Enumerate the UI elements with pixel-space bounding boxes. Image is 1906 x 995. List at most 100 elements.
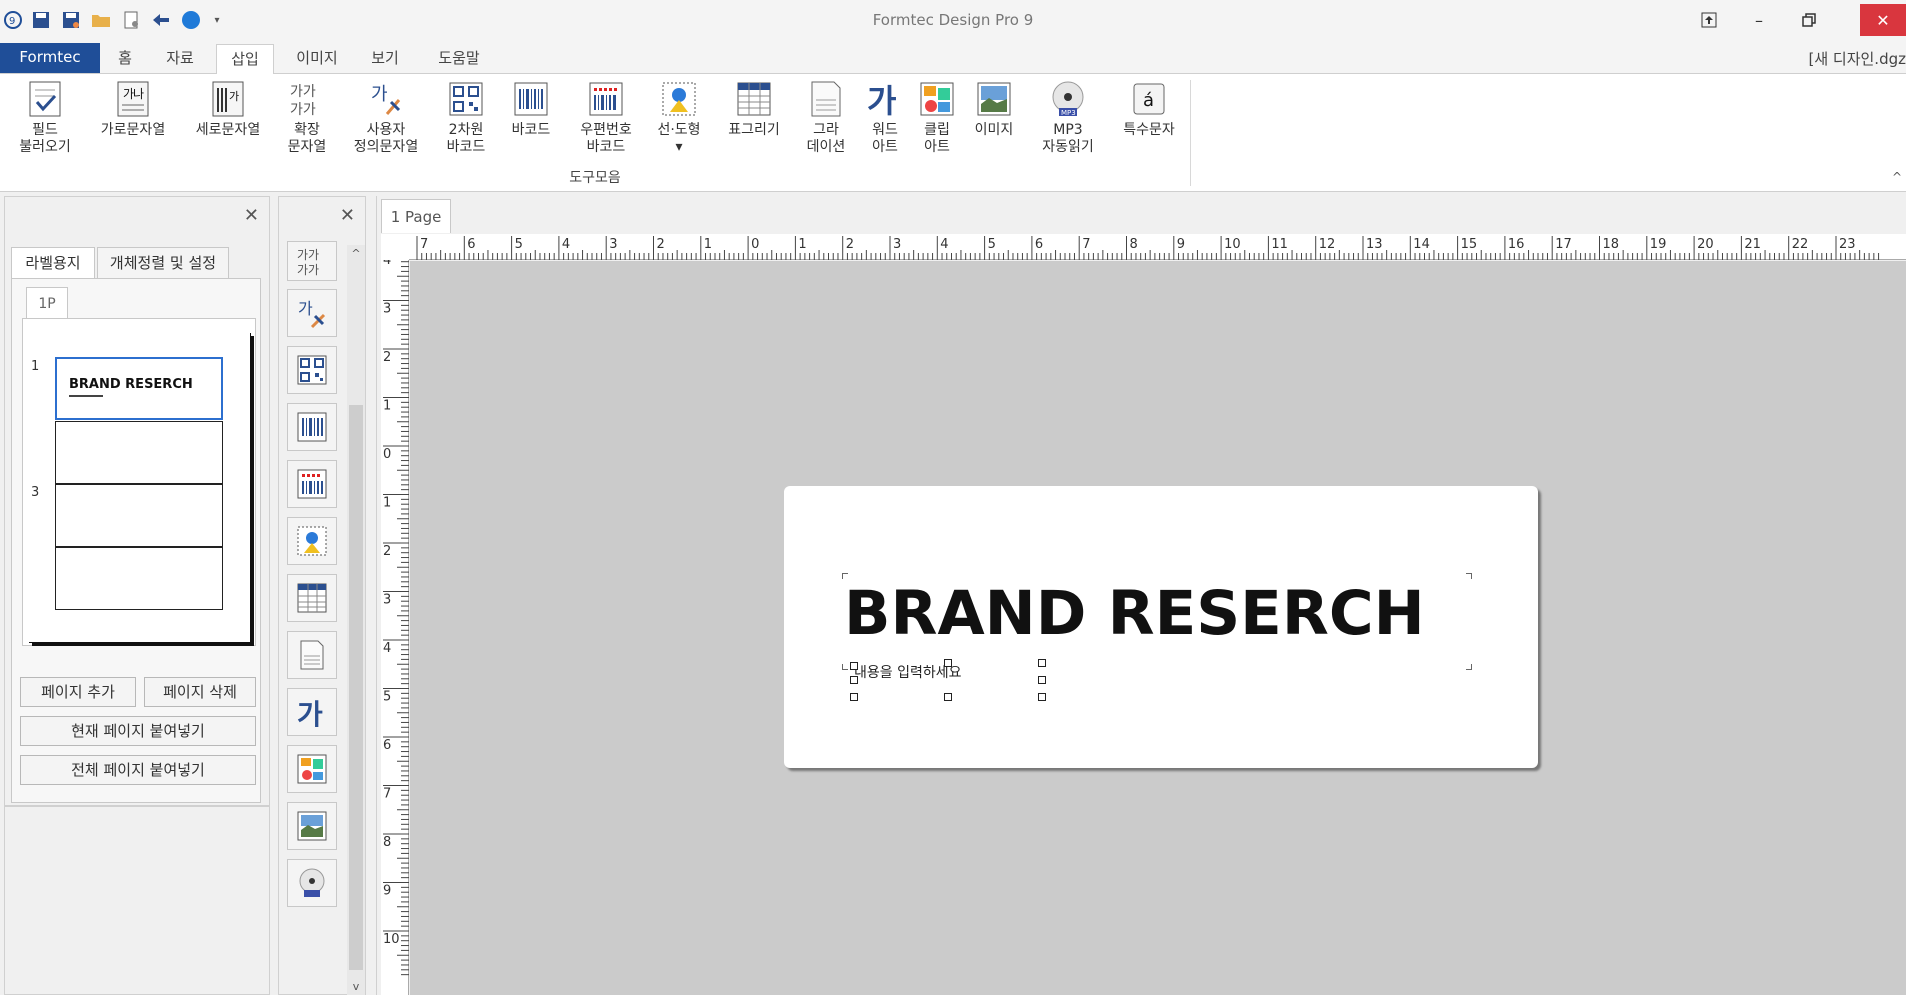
ribbon-toolbar: 필드 불러오기 가나 가로문자열 가 세로문자열 가가 가가 확장 문자열 가 사… [0,74,1906,192]
resize-handle[interactable] [850,662,858,670]
tab-object-align[interactable]: 개체정렬 및 설정 [97,247,229,279]
gradient-button[interactable]: 그라 데이션 [798,80,854,156]
palette-postal-barcode[interactable] [287,460,337,508]
horizontal-text-button[interactable]: 가나 가로문자열 [90,80,176,139]
tab-label-paper[interactable]: 라벨용지 [11,247,95,279]
ruler-number: 6 [383,738,391,753]
tab-help[interactable]: 도움말 [428,44,490,74]
workspace[interactable]: BRAND RESERCH 내용을 입력하세요 [410,261,1906,995]
palette-word-art[interactable]: 가 [287,688,337,736]
ribbon-collapse-icon[interactable]: ^ [1892,170,1902,184]
palette-clip-art[interactable] [287,745,337,793]
paste-all-pages-button[interactable]: 전체 페이지 붙여넣기 [20,755,256,785]
palette-extended-text[interactable]: 가가 가가 [287,241,337,281]
scrollbar-thumb[interactable] [349,405,363,970]
palette-scrollbar[interactable]: ^ v [347,245,365,995]
tab-page-1[interactable]: 1 Page [381,199,451,233]
resize-handle[interactable] [1038,659,1046,667]
ruler-number: 20 [1697,237,1714,252]
palette-gradient[interactable] [287,631,337,679]
word-art-icon: 가 [866,80,904,120]
tab-formtec[interactable]: Formtec [0,43,100,73]
palette-custom-text[interactable]: 가 [287,289,337,337]
resize-handle[interactable] [944,693,952,701]
ruler-number: 2 [383,350,391,365]
ruler-number: 4 [383,260,391,268]
resize-handle[interactable] [1038,676,1046,684]
page-thumbnail[interactable]: 1 3 BRAND RESERCH [29,333,251,643]
label-paper-panel: ✕ 라벨용지 개체정렬 및 설정 1P 1 3 BRAND RESERCH 페이… [4,196,270,995]
postal-barcode-button[interactable]: 우편번호 바코드 [564,80,648,156]
palette-image[interactable] [287,802,337,850]
table-icon [297,583,327,613]
barcode-button[interactable]: 바코드 [506,80,556,139]
mp3-button[interactable]: MP3 MP3 자동읽기 [1030,80,1106,156]
thumbnail-label-3[interactable] [55,484,223,547]
tab-data[interactable]: 자료 [158,44,202,74]
palette-mp3[interactable] [287,859,337,907]
tool-palette: ✕ 가가 가가 가 가 ^ v [278,196,366,995]
scroll-down-icon[interactable]: v [347,980,365,993]
restore-icon[interactable] [1790,4,1828,36]
resize-handle[interactable] [850,676,858,684]
tab-view[interactable]: 보기 [362,44,408,74]
word-art-button[interactable]: 가 워드 아트 [862,80,908,156]
paste-current-page-button[interactable]: 현재 페이지 붙여넣기 [20,716,256,746]
resize-handle[interactable] [1038,693,1046,701]
label-design[interactable]: BRAND RESERCH 내용을 입력하세요 [784,486,1538,768]
tab-home[interactable]: 홈 [108,44,142,74]
thumbnail-label-2[interactable] [55,421,223,484]
ruler-number: 3 [383,593,391,608]
ruler-number: 14 [1413,237,1430,252]
add-page-button[interactable]: 페이지 추가 [20,677,136,707]
ruler-number: 16 [1508,237,1525,252]
tab-insert[interactable]: 삽입 [216,44,274,75]
shape-button[interactable]: 선·도형 ▾ [652,80,706,156]
extended-text-button[interactable]: 가가 가가 확장 문자열 [280,80,334,156]
thumbnail-label-1[interactable]: BRAND RESERCH [55,357,223,420]
qr-code-button[interactable]: 2차원 바코드 [438,80,494,156]
clip-art-icon [918,80,956,118]
ruler-number: 12 [1319,237,1336,252]
close-icon[interactable]: ✕ [1860,4,1906,36]
svg-text:가가: 가가 [290,84,316,100]
vertical-ruler: 4 3 2 1 0 1 2 3 4 5 6 7 8 9 10 [381,253,409,995]
palette-barcode[interactable] [287,403,337,451]
scroll-up-icon[interactable]: ^ [347,247,365,260]
tab-image[interactable]: 이미지 [288,44,346,74]
delete-page-button[interactable]: 페이지 삭제 [144,677,256,707]
ribbon-separator [1190,80,1191,186]
mp3-icon [299,868,325,897]
ruler-number: 8 [383,835,391,850]
palette-table[interactable] [287,574,337,622]
svg-text:가: 가 [297,698,323,728]
label-title-text[interactable]: BRAND RESERCH [844,578,1425,649]
palette-shape[interactable] [287,517,337,565]
ruler-number: 17 [1555,237,1572,252]
pin-icon[interactable] [1690,4,1728,36]
ribbon-tab-bar: Formtec 홈 자료 삽입 이미지 보기 도움말 [새 디자인.dgz [0,42,1906,75]
ruler-number: 5 [383,690,391,705]
page-tab-1p[interactable]: 1P [26,287,68,319]
ruler-number: 15 [1461,237,1478,252]
vertical-text-button[interactable]: 가 세로문자열 [186,80,270,139]
close-icon[interactable]: ✕ [340,205,355,226]
field-load-button[interactable]: 필드 불러오기 [10,80,80,156]
palette-qr-code[interactable] [287,346,337,394]
ruler-number: 1 [704,237,712,252]
special-char-button[interactable]: á 특수문자 [1114,80,1184,139]
close-icon[interactable]: ✕ [244,205,259,226]
resize-handle[interactable] [850,693,858,701]
table-button[interactable]: 표그리기 [718,80,790,139]
thumbnail-label-title: BRAND RESERCH [69,377,193,392]
ruler-number: 22 [1792,237,1809,252]
image-button[interactable]: 이미지 [966,80,1022,139]
thumbnail-label-4[interactable] [55,547,223,610]
clip-art-button[interactable]: 클립 아트 [914,80,960,156]
custom-text-button[interactable]: 가 사용자 정의문자열 [344,80,428,156]
resize-handle[interactable] [944,659,952,667]
minimize-icon[interactable]: – [1740,4,1778,36]
design-canvas-area: 1 Page 7 6 5 4 3 2 1 0 1 2 3 4 5 6 7 8 9 10 11 12 13 14 15 16 17… [376,196,1906,995]
textbox-corner-mark [1466,664,1472,670]
ribbon-group-label: 도구모음 [569,170,621,186]
